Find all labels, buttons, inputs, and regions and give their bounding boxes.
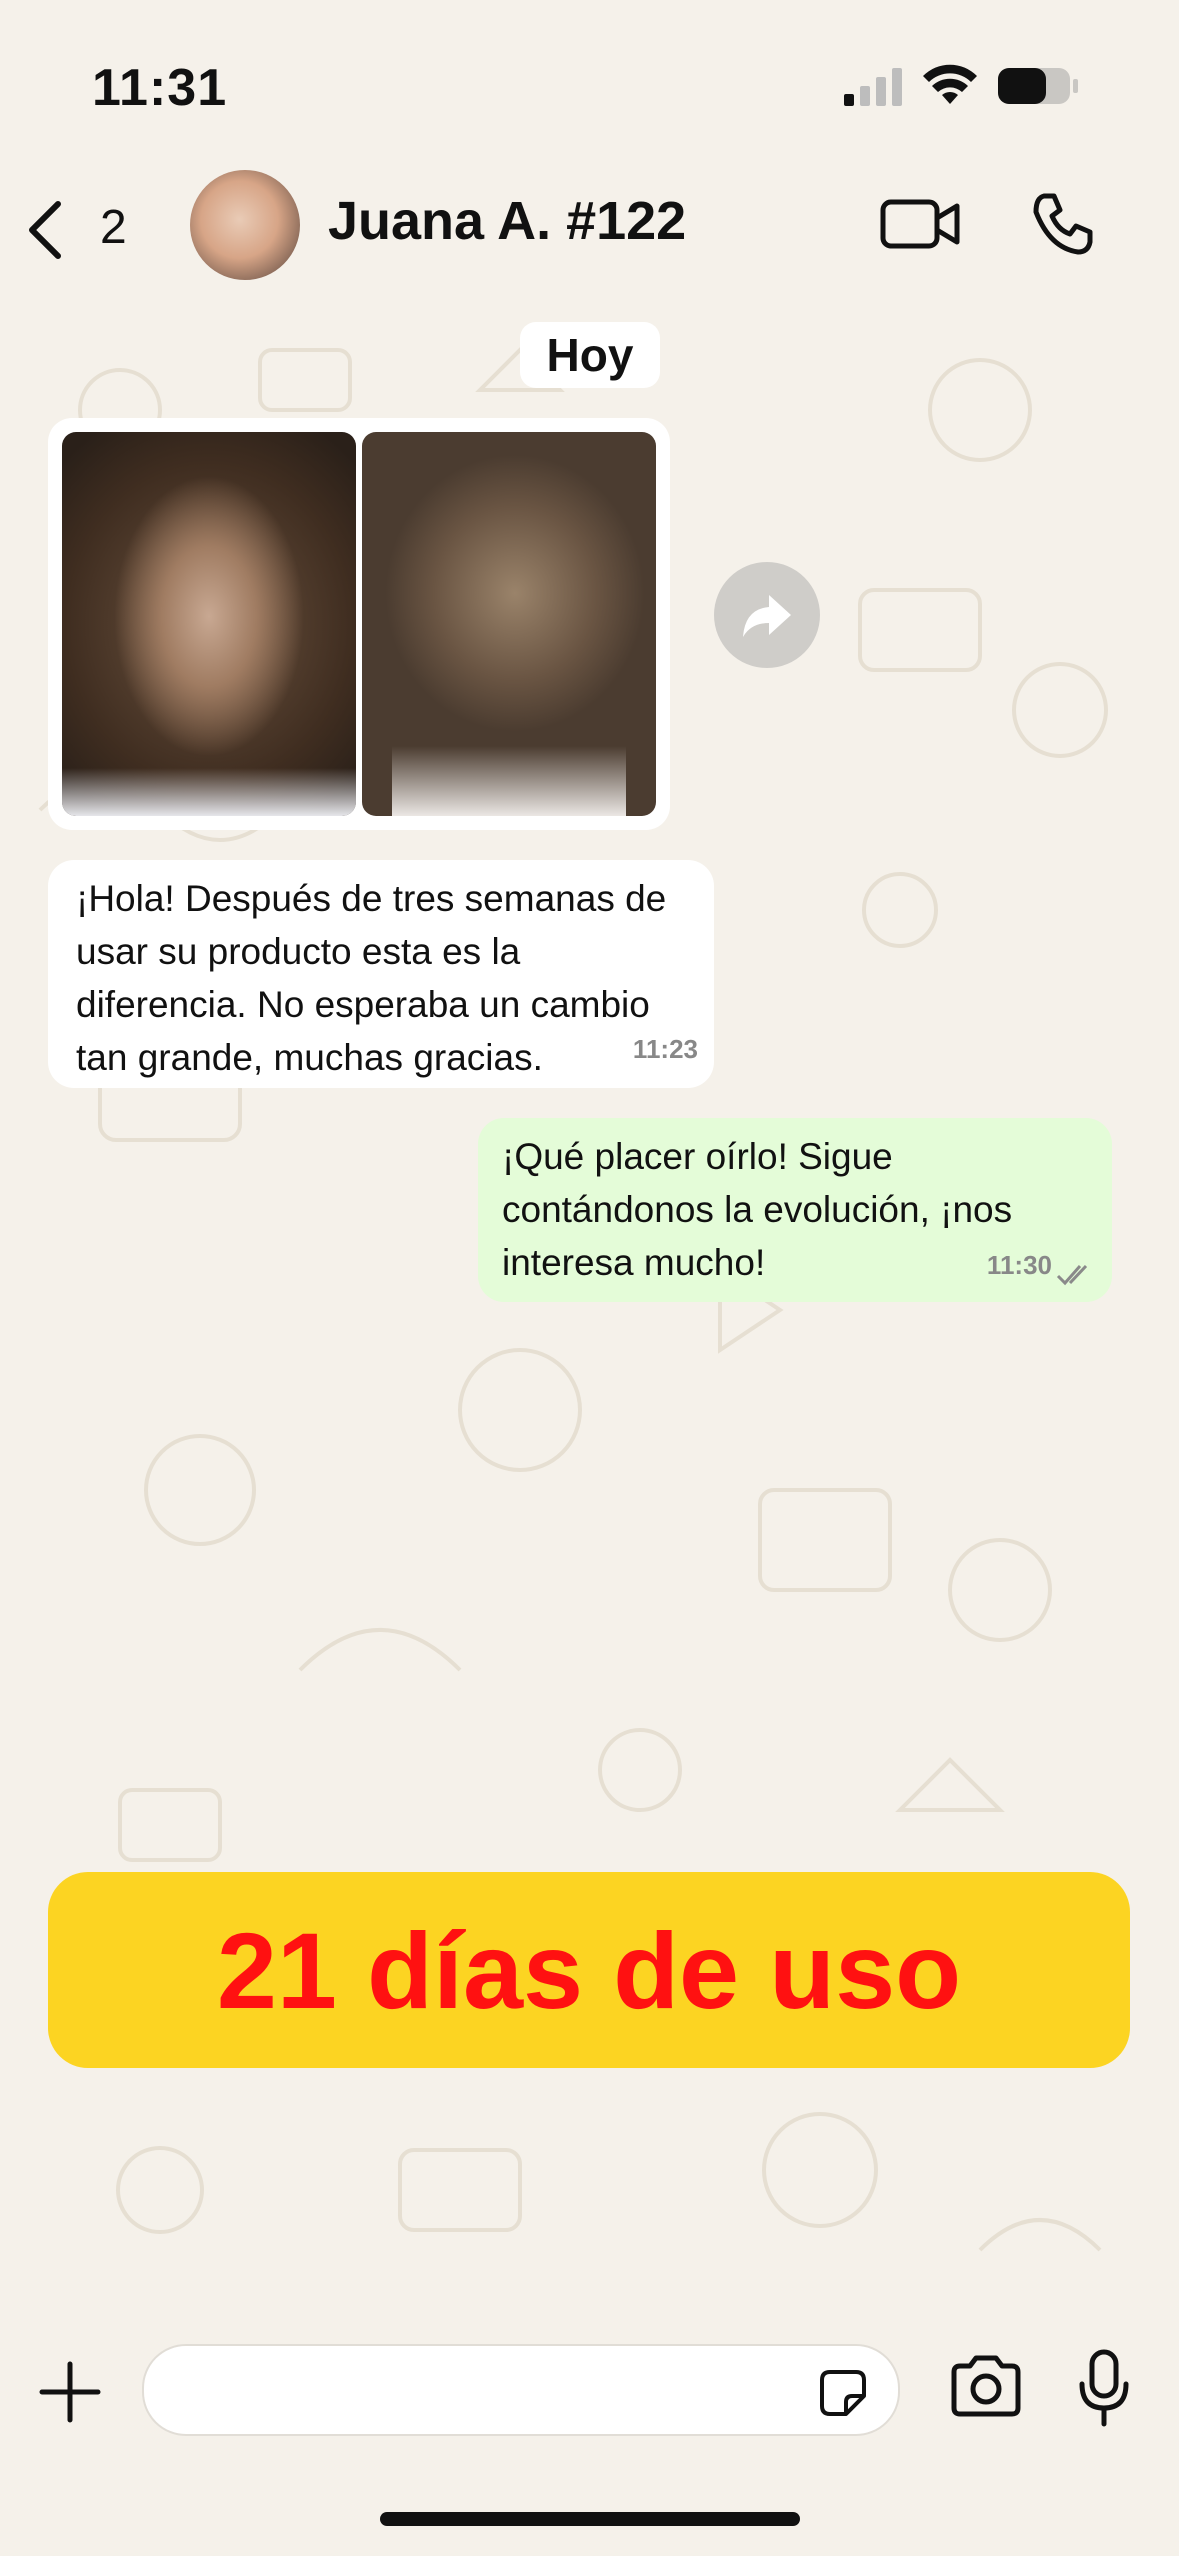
message-input[interactable] [142,2344,900,2436]
video-call-icon[interactable] [880,196,960,252]
message-text-field[interactable] [174,2358,798,2420]
wifi-icon [923,64,977,104]
outgoing-message[interactable]: ¡Qué placer oírlo! Sigue contándonos la … [478,1118,1112,1302]
usage-days-banner: 21 días de uso [48,1872,1130,2068]
microphone-icon[interactable] [1076,2348,1132,2428]
forward-button[interactable] [714,562,820,668]
incoming-message[interactable]: ¡Hola! Después de tres semanas de usar s… [48,860,714,1088]
after-photo[interactable] [362,432,656,816]
image-message[interactable] [48,418,670,830]
date-separator: Hoy [520,322,660,388]
back-unread-count[interactable]: 2 [100,200,127,255]
message-text: ¡Hola! Después de tres semanas de usar s… [76,878,667,1078]
home-indicator [380,2512,800,2526]
contact-name[interactable]: Juana A. #122 [328,190,686,252]
cellular-signal-icon [844,68,902,106]
message-time: 11:30 [986,1250,1052,1280]
status-bar: 11:31 [0,0,1179,160]
battery-icon [998,68,1078,104]
message-time: 11:23 [632,1034,698,1064]
chat-header: 2 Juana A. #122 [0,160,1179,292]
before-photo[interactable] [62,432,356,816]
chevron-left-icon[interactable] [24,198,68,262]
sticker-icon[interactable] [816,2366,870,2420]
camera-icon[interactable] [950,2354,1022,2418]
forward-icon [743,595,791,637]
message-composer [0,2320,1179,2556]
read-receipt-icon [1056,1264,1088,1286]
plus-icon[interactable] [38,2360,102,2424]
contact-avatar[interactable] [190,170,300,280]
status-time: 11:31 [92,59,228,117]
phone-icon[interactable] [1030,192,1094,256]
